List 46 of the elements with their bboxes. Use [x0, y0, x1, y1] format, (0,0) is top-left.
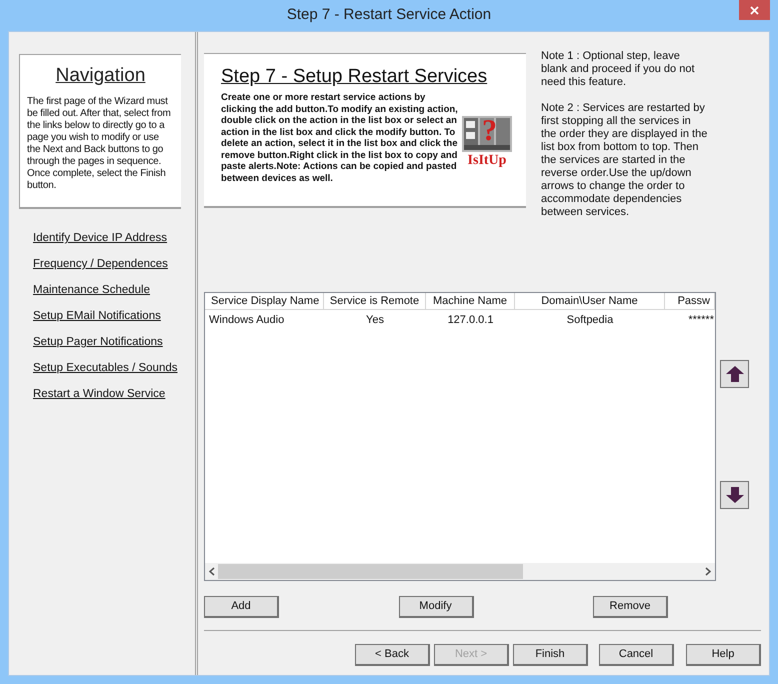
- move-up-button[interactable]: [720, 360, 749, 388]
- table-cell-text: Yes: [365, 313, 385, 327]
- scroll-left-icon[interactable]: [209, 567, 215, 576]
- table-cell-text: ******: [687, 313, 715, 327]
- navigation-text: The first page of the Wizard must be filled out. After that, select from the links below to directly go to a page you wish to modify or use the Next and Back buttons to go through the pages in sequence. Once complete, select the Finish button.: [27, 96, 172, 192]
- note-text: Note 2 : Services are restarted by first stopping all the services in the order they are displayed in the list box from bottom to top. Then the services are started in the reverse order.Use the up/down arrows to change the order to accommodate dependencies between services.: [541, 102, 708, 219]
- navigation-link[interactable]: Setup Pager Notifications: [33, 335, 163, 350]
- note-text: Note 1 : Optional step, leave blank and proceed if you do not need this feature.: [541, 50, 696, 89]
- column-header[interactable]: Domain\User Name: [515, 293, 665, 309]
- service-list[interactable]: Service Display Name Service is Remote Machine Name Domain\User Name Passw Windows Audio Yes 127.0.0.1 Softpedia ******: [204, 292, 716, 581]
- table-cell-text: Windows Audio: [208, 313, 286, 327]
- table-cell-text: Softpedia: [566, 313, 614, 327]
- header-text: Create one or more restart service actions by clicking the add button.To modify an existing action, double click on the action in the list box or select an action in the list box and click the modify button. To delete an action, select it in the list box and click the remove button.Right click in the list box to copy and paste alerts.Note: Actions can be copied and pasted between devices as well.: [221, 92, 459, 184]
- logo-text: IsItUp: [468, 152, 506, 170]
- wizard-button[interactable]: Finish: [513, 644, 588, 666]
- table-cell-text: 127.0.0.1: [446, 313, 494, 327]
- column-header[interactable]: Service Display Name: [205, 293, 324, 309]
- list-action-button[interactable]: Add: [204, 596, 279, 618]
- navigation-link[interactable]: Maintenance Schedule: [33, 283, 150, 298]
- wizard-button[interactable]: Cancel: [599, 644, 674, 666]
- navigation-link[interactable]: Setup Executables / Sounds: [33, 361, 178, 376]
- list-action-button[interactable]: Remove: [593, 596, 668, 618]
- logo-mark: ?: [482, 114, 497, 148]
- wizard-button[interactable]: Help: [686, 644, 761, 666]
- move-down-button[interactable]: [720, 481, 749, 509]
- list-action-button[interactable]: Modify: [398, 596, 474, 618]
- horizontal-scrollbar[interactable]: [205, 563, 715, 580]
- wizard-button[interactable]: < Back: [355, 644, 430, 666]
- close-icon: [750, 6, 759, 14]
- navigation-link[interactable]: Identify Device IP Address: [33, 231, 168, 246]
- scrollbar-thumb[interactable]: [218, 564, 523, 579]
- list-row[interactable]: Windows Audio Yes 127.0.0.1 Softpedia ******: [205, 310, 715, 330]
- close-button[interactable]: [739, 0, 770, 20]
- navigation-title: Navigation: [54, 65, 146, 87]
- navigation-link[interactable]: Restart a Window Service: [33, 387, 166, 402]
- up-arrow-icon: [726, 366, 744, 382]
- scroll-right-icon[interactable]: [705, 567, 711, 576]
- column-header[interactable]: Service is Remote: [324, 293, 426, 309]
- down-arrow-icon: [726, 487, 744, 503]
- navigation-link[interactable]: Frequency / Dependences: [33, 257, 168, 272]
- column-header[interactable]: Passw: [665, 293, 715, 309]
- navigation-link[interactable]: Setup EMail Notifications: [33, 309, 161, 324]
- column-header[interactable]: Machine Name: [426, 293, 515, 309]
- server-rack-icon: [462, 116, 512, 152]
- header-title: Step 7 - Setup Restart Services: [221, 66, 488, 88]
- window-title: Step 7 - Restart Service Action: [286, 5, 492, 26]
